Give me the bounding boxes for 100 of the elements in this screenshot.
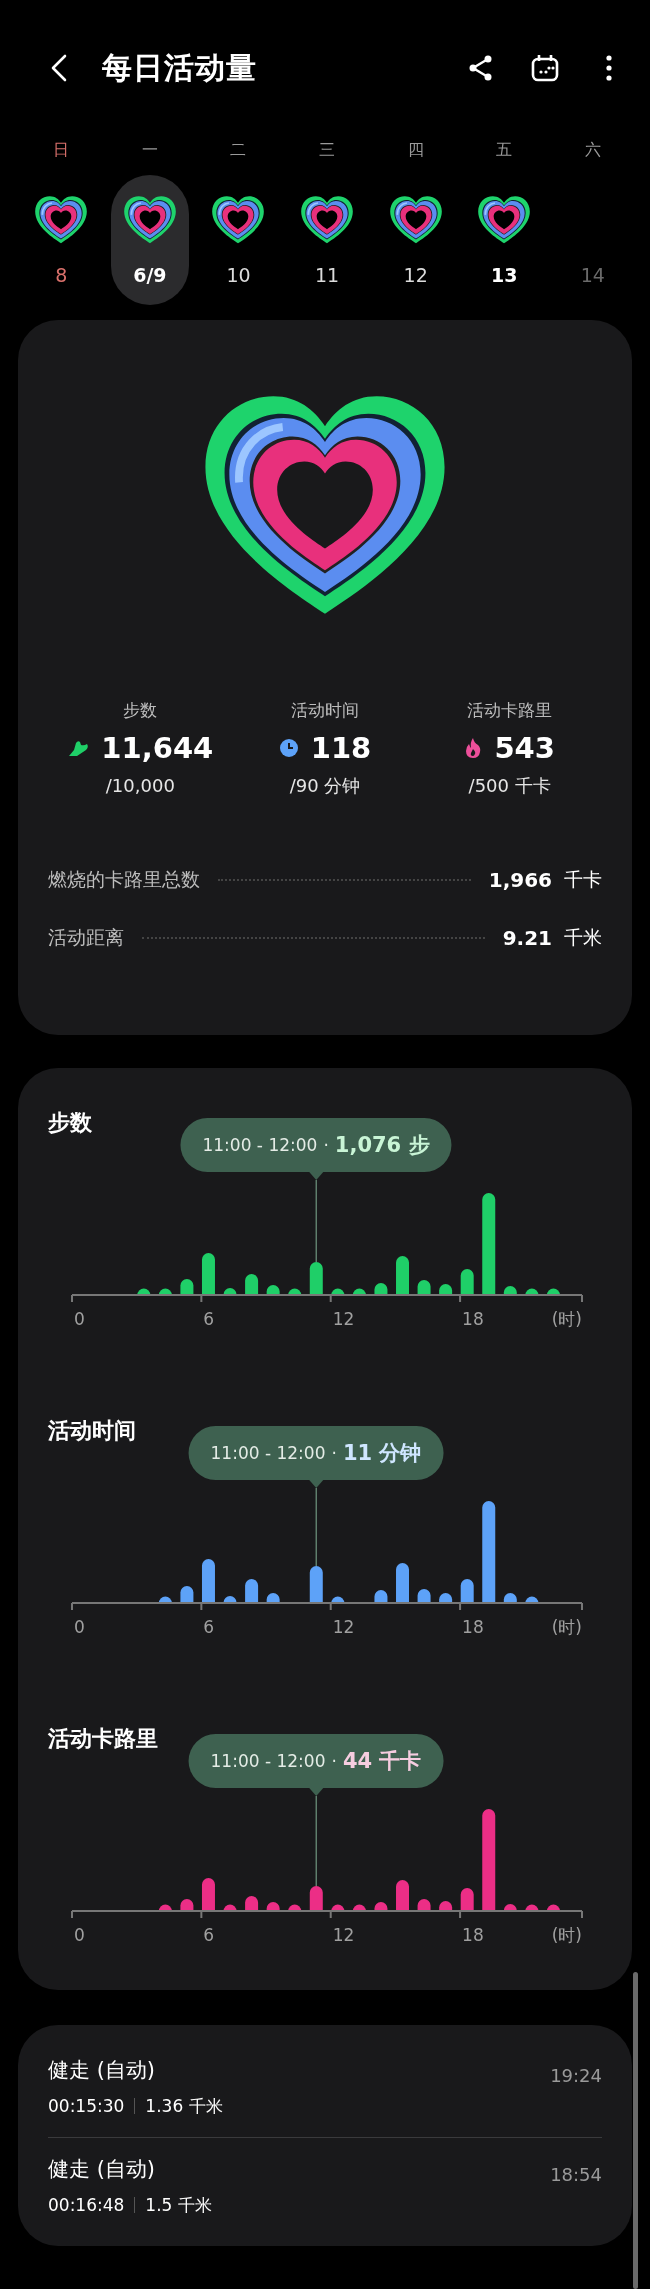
chart-bar xyxy=(223,1596,237,1603)
stat-label: 活动卡路里 xyxy=(467,699,553,722)
more-icon xyxy=(605,55,613,81)
chart-bar xyxy=(439,1593,453,1603)
axis-label: 0 xyxy=(74,1925,85,1945)
chart-bar xyxy=(201,1253,215,1295)
chart-bar xyxy=(309,1566,323,1603)
day-date: 10 xyxy=(226,263,251,288)
workout-name: 健走 (自动) xyxy=(48,2156,157,2183)
weekday-label: 二 xyxy=(230,139,247,161)
chart-bar xyxy=(223,1904,237,1911)
axis-label: 6 xyxy=(203,1617,215,1637)
chart-bar xyxy=(374,1590,388,1603)
heart-rings-icon xyxy=(300,195,355,245)
chart-bar xyxy=(137,1288,151,1295)
day-selector[interactable]: 6/9 xyxy=(110,175,189,305)
stat-value: 11,644 xyxy=(101,731,214,765)
stat-label: 活动时间 xyxy=(291,699,359,722)
chart-bar xyxy=(396,1880,409,1911)
chart-bar xyxy=(460,1888,474,1911)
day-date: 13 xyxy=(491,263,518,288)
day-selector[interactable]: 10 xyxy=(199,175,278,305)
chart-bar xyxy=(374,1283,388,1295)
chart-bar xyxy=(201,1878,215,1911)
chart-bar xyxy=(201,1559,215,1603)
chart-bar xyxy=(352,1288,366,1295)
chart-tooltip: 11:00 - 12:00 · 1,076 步 xyxy=(180,1118,452,1172)
workout-time: 18:54 xyxy=(550,2164,602,2185)
heart-rings-icon xyxy=(34,195,89,245)
chart-bar xyxy=(503,1593,517,1603)
calendar-icon xyxy=(530,53,560,83)
stat-goal: /500 千卡 xyxy=(468,774,551,798)
chart-bar xyxy=(158,1596,172,1603)
chart-bar xyxy=(417,1589,431,1603)
day-selector[interactable]: 11 xyxy=(288,175,367,305)
heart-rings-icon xyxy=(122,195,177,245)
workout-duration: 00:15:30 xyxy=(48,2095,125,2118)
weekday-label: 一 xyxy=(141,139,158,161)
chart-bar xyxy=(503,1904,517,1911)
axis-label: 18 xyxy=(462,1309,484,1329)
workout-item[interactable]: 健走 (自动) 00:16:48 1.5 千米 18:54 xyxy=(48,2137,602,2236)
day-selector[interactable]: 12 xyxy=(376,175,455,305)
day-date: 12 xyxy=(403,263,428,288)
heart-rings-icon xyxy=(477,195,532,245)
workout-distance: 1.5 千米 xyxy=(145,2194,212,2217)
axis-label: (时) xyxy=(551,1925,582,1945)
day-date: 14 xyxy=(580,263,605,288)
chart-bar xyxy=(525,1904,539,1911)
chart-bar xyxy=(439,1901,453,1911)
shoe-icon xyxy=(67,738,90,758)
total-label: 活动距离 xyxy=(48,925,124,950)
workout-item[interactable]: 健走 (自动) 00:15:30 1.36 千米 19:24 xyxy=(48,2039,602,2137)
axis-label: (时) xyxy=(551,1617,582,1637)
chart-bar xyxy=(266,1593,280,1603)
total-unit: 千米 xyxy=(564,925,602,950)
chart-tooltip: 11:00 - 12:00 · 11 分钟 xyxy=(188,1426,444,1480)
chart-bar xyxy=(546,1904,560,1911)
axis-label: (时) xyxy=(551,1309,582,1329)
chart-bar xyxy=(309,1886,323,1911)
chart-bar xyxy=(245,1579,259,1603)
workout-time: 19:24 xyxy=(550,2065,602,2086)
total-value: 9.21 xyxy=(502,926,552,950)
weekday-label: 六 xyxy=(584,139,601,161)
day-selector[interactable]: 13 xyxy=(465,175,544,305)
day-selector[interactable]: 8 xyxy=(22,175,101,305)
weekday-label: 日 xyxy=(53,139,70,161)
chart-bar xyxy=(288,1904,302,1911)
chart-bar xyxy=(460,1269,474,1295)
day-date: 8 xyxy=(55,263,68,288)
total-unit: 千卡 xyxy=(564,867,602,892)
heart-rings-icon xyxy=(211,195,266,245)
chart-bar xyxy=(525,1288,539,1295)
chart-bar xyxy=(331,1596,345,1603)
chart-title: 活动卡路里 xyxy=(48,1725,159,1753)
chart-bar xyxy=(546,1288,560,1295)
weekday-label: 四 xyxy=(407,139,424,161)
chart-title: 活动时间 xyxy=(48,1417,137,1445)
chart-bar xyxy=(266,1902,280,1911)
stat-goal: /10,000 xyxy=(105,774,175,798)
chart-bar xyxy=(525,1596,539,1603)
chart-bar xyxy=(396,1256,409,1295)
heart-rings-icon xyxy=(388,195,443,245)
chart-bar xyxy=(309,1262,323,1295)
day-selector[interactable]: 14 xyxy=(553,175,632,305)
chart-bar xyxy=(396,1563,409,1603)
workout-name: 健走 (自动) xyxy=(48,2057,157,2084)
chart-bar xyxy=(158,1288,172,1295)
axis-label: 6 xyxy=(203,1309,215,1329)
stat-value: 543 xyxy=(494,731,555,765)
total-label: 燃烧的卡路里总数 xyxy=(48,867,200,892)
stat-value: 118 xyxy=(310,731,372,765)
flame-icon xyxy=(464,737,483,759)
chart-bar xyxy=(158,1904,172,1911)
axis-label: 0 xyxy=(74,1617,85,1637)
chart-bar xyxy=(331,1904,345,1911)
axis-label: 12 xyxy=(332,1309,355,1329)
axis-label: 18 xyxy=(462,1617,484,1637)
weekday-label: 三 xyxy=(319,139,336,161)
chart-bar xyxy=(417,1899,431,1911)
chart-bar xyxy=(331,1288,345,1295)
